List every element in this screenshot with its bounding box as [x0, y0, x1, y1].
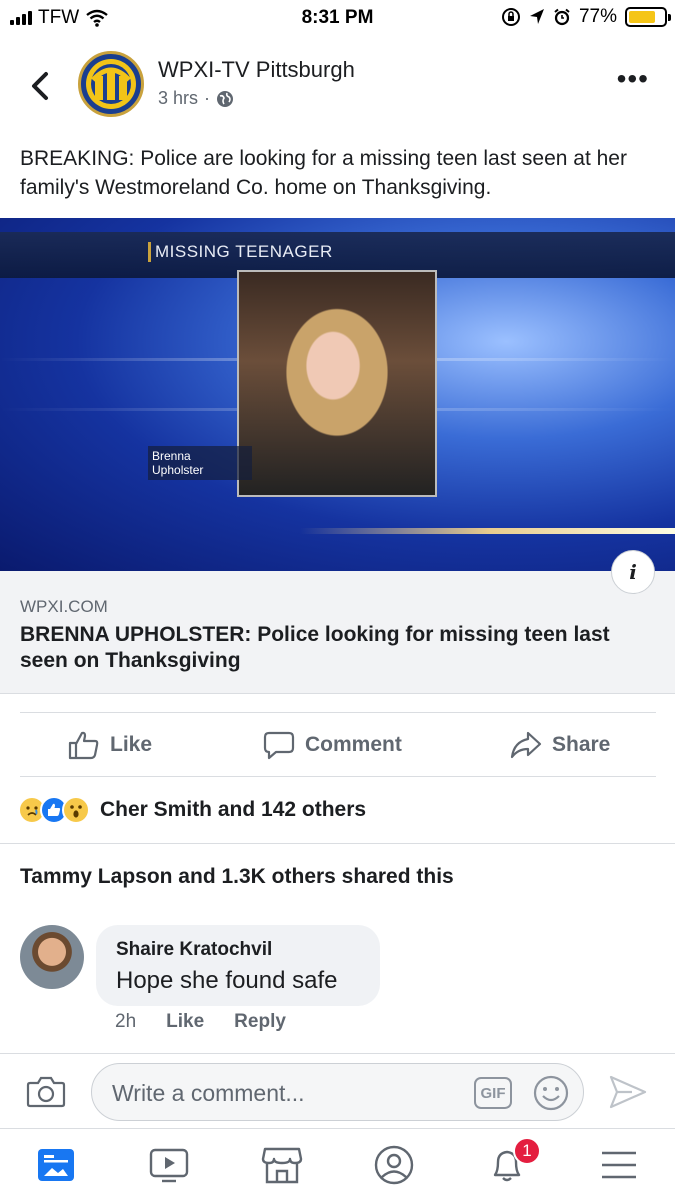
- page-avatar[interactable]: [78, 51, 144, 117]
- comment-button[interactable]: Comment: [263, 714, 402, 776]
- status-bar: TFW 8:31 PM 77%: [0, 0, 675, 36]
- page-name[interactable]: WPXI-TV Pittsburgh: [158, 57, 355, 83]
- comment-text: Hope she found safe: [116, 967, 338, 994]
- link-preview-image[interactable]: MISSING TEENAGER Brenna Upholster: [0, 218, 675, 571]
- comment-time: 2h: [115, 1011, 137, 1032]
- link-headline: BRENNA UPHOLSTER: Police looking for mis…: [20, 623, 610, 672]
- name-tag-line2: Upholster: [152, 463, 204, 477]
- comment-meta: 2h Like Reply: [115, 1011, 286, 1033]
- reactions-text: Cher Smith and 142 others: [100, 798, 367, 821]
- camera-icon[interactable]: [26, 1074, 66, 1108]
- more-options-icon[interactable]: •••: [617, 65, 649, 93]
- comment-composer: Write a comment... GIF: [0, 1053, 675, 1128]
- meta-separator: ·: [204, 88, 211, 108]
- comment-bubble: Shaire Kratochvil Hope she found safe: [96, 925, 380, 1006]
- name-tag: Brenna Upholster: [148, 446, 252, 480]
- name-tag-line1: Brenna: [152, 449, 191, 463]
- marketplace-icon[interactable]: [258, 1141, 306, 1189]
- battery-icon: [625, 7, 671, 27]
- alarm-icon: [554, 8, 570, 26]
- share-label: Share: [552, 733, 611, 756]
- comment-label: Comment: [305, 733, 402, 756]
- post-header: WPXI-TV Pittsburgh 3 hrs · •••: [0, 48, 675, 128]
- share-button[interactable]: Share: [510, 714, 610, 776]
- wpxi-logo-icon: [86, 59, 136, 109]
- missing-teen-photo: [237, 270, 437, 497]
- comment-author[interactable]: Shaire Kratochvil: [116, 939, 272, 961]
- comment-placeholder: Write a comment...: [112, 1080, 305, 1106]
- divider: [20, 712, 656, 713]
- thumbs-up-icon: [68, 731, 99, 760]
- battery-level-fill: [629, 11, 656, 23]
- news-banner-text: MISSING TEENAGER: [148, 242, 333, 262]
- comment-like-link[interactable]: Like: [166, 1011, 204, 1033]
- comment-reply-link[interactable]: Reply: [234, 1011, 286, 1033]
- shares-summary[interactable]: Tammy Lapson and 1.3K others shared this: [20, 865, 454, 889]
- link-domain: WPXI.COM: [20, 597, 108, 616]
- share-arrow-icon: [510, 731, 542, 759]
- profile-icon[interactable]: [370, 1141, 418, 1189]
- menu-hamburger-icon[interactable]: [595, 1141, 643, 1189]
- comment-icon: [263, 731, 295, 760]
- commenter-avatar[interactable]: [20, 925, 84, 989]
- comment-input[interactable]: Write a comment... GIF: [91, 1063, 584, 1121]
- gif-button[interactable]: GIF: [474, 1077, 512, 1109]
- link-info[interactable]: WPXI.COM BRENNA UPHOLSTER: Police lookin…: [0, 571, 675, 694]
- emoji-icon[interactable]: [532, 1074, 570, 1112]
- post-text: BREAKING: Police are looking for a missi…: [20, 147, 627, 199]
- wow-reaction-icon: [62, 796, 90, 824]
- like-label: Like: [110, 733, 153, 756]
- battery-percent: 77%: [578, 6, 617, 27]
- divider: [20, 776, 656, 777]
- news-feed-icon[interactable]: [32, 1141, 80, 1189]
- decorative-light-streak: [300, 528, 675, 534]
- post-meta: 3 hrs ·: [158, 88, 234, 109]
- watch-video-icon[interactable]: [145, 1141, 193, 1189]
- send-icon[interactable]: [608, 1074, 648, 1110]
- bottom-tab-bar: 1: [0, 1128, 675, 1200]
- location-icon: [529, 9, 544, 24]
- post-actions: Like Comment Share: [0, 714, 675, 776]
- reactions-summary[interactable]: Cher Smith and 142 others: [18, 796, 366, 824]
- rotation-lock-icon: [501, 8, 520, 26]
- like-button[interactable]: Like: [68, 714, 152, 776]
- post-time[interactable]: 3 hrs: [158, 88, 198, 109]
- notification-badge: 1: [513, 1137, 541, 1165]
- info-icon[interactable]: i: [611, 550, 655, 594]
- divider: [0, 843, 675, 844]
- back-chevron-icon[interactable]: [26, 68, 56, 104]
- globe-icon: [217, 90, 234, 107]
